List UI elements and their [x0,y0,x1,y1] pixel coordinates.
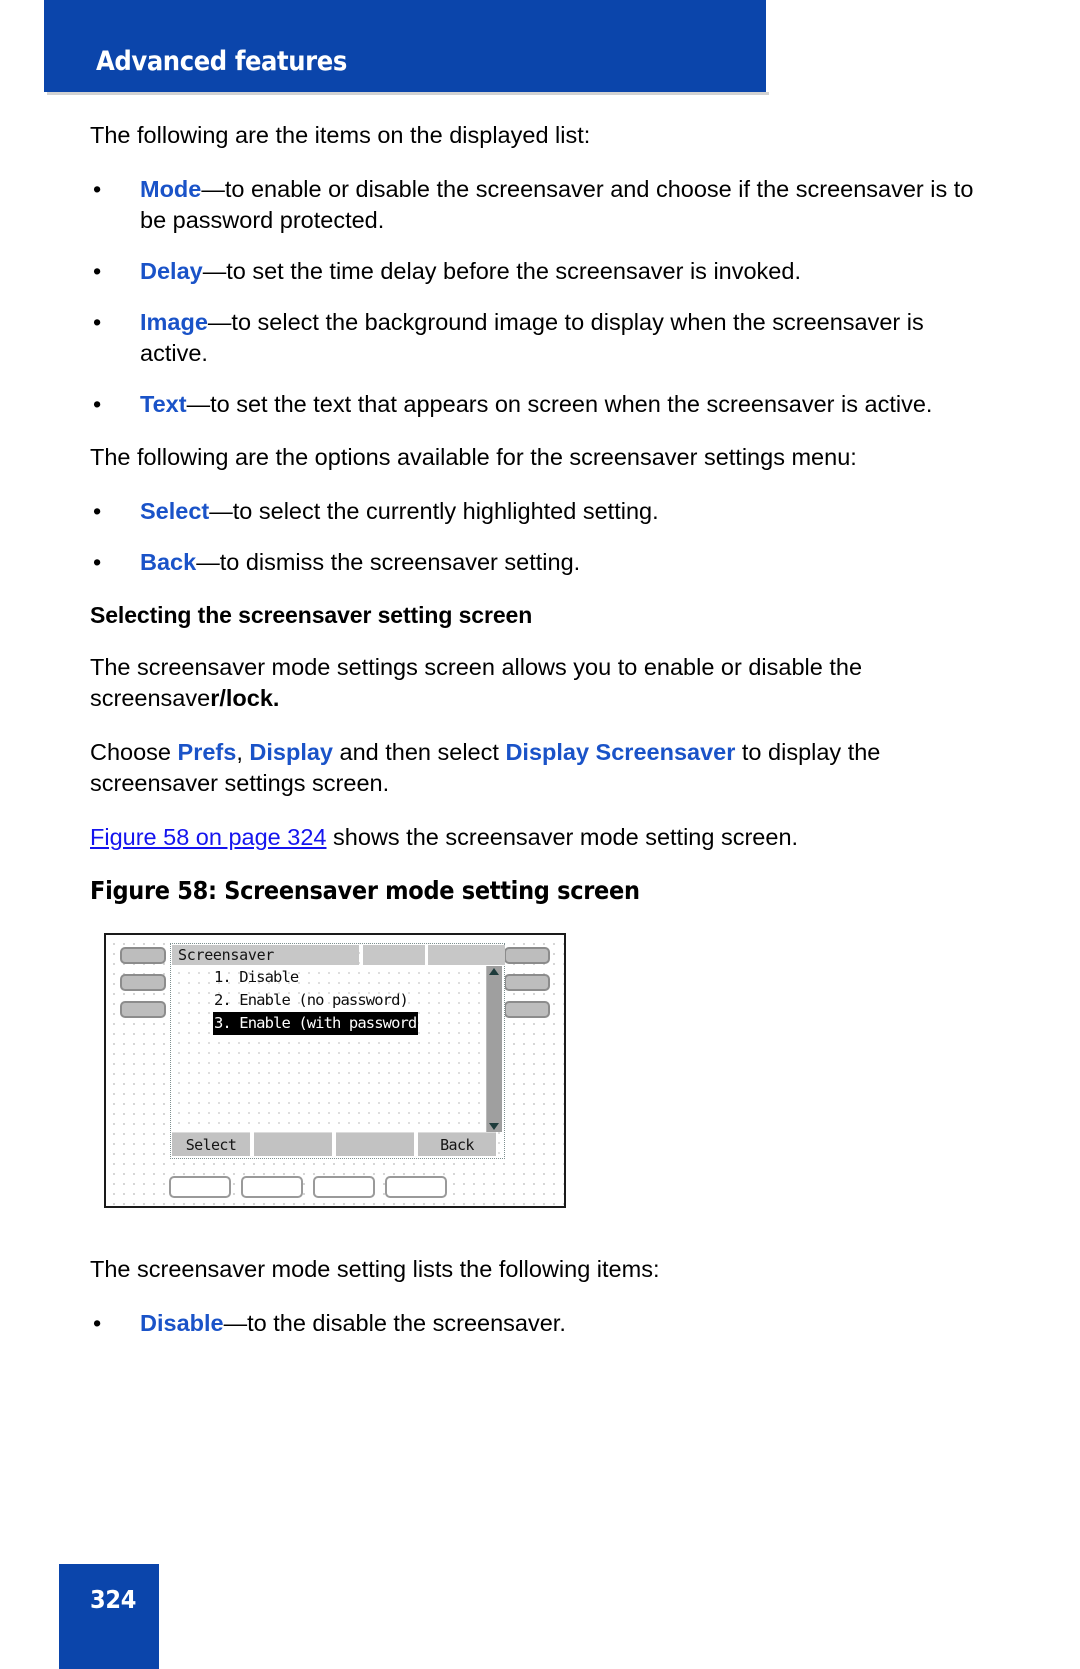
bullet-icon: • [93,1310,102,1336]
option-term: Select [140,498,210,524]
list-item: • Back—to dismiss the screensaver settin… [90,547,990,578]
page-footer-block: 324 [59,1564,159,1669]
item-term: Mode [140,176,202,202]
list-item: • Mode—to enable or disable the screensa… [90,174,990,236]
page-header-bar: Advanced features [44,0,766,92]
paragraph-lock-emphasis: r/lock. [210,685,280,711]
paragraph-figure-reference: Figure 58 on page 324 shows the screensa… [90,822,990,853]
phone-softkey-button-3 [313,1176,375,1198]
page-title: Advanced features [96,46,347,77]
lcd-title-segment-3 [428,945,505,965]
softkey-empty-2[interactable] [254,1132,332,1156]
menu-display-screensaver: Display Screensaver [505,739,736,765]
list-item: • Delay—to set the time delay before the… [90,256,990,287]
menu-display: Display [249,739,333,765]
bullet-icon: • [93,258,102,284]
intro-displayed-list: The following are the items on the displ… [90,122,591,148]
item-desc: —to enable or disable the screensaver an… [140,176,974,233]
phone-softkey-button-1 [169,1176,231,1198]
choose-mid: and then select [332,739,506,765]
phone-left-key-1 [120,947,166,964]
figure-58-link[interactable]: Figure 58 on page 324 [90,824,327,850]
phone-lcd: Screensaver 1. Disable 2. Enable (no pas… [170,943,505,1159]
bullet-icon: • [93,309,102,335]
intro-mode-setting-items: The screensaver mode setting lists the f… [90,1256,660,1282]
phone-left-key-2 [120,974,166,991]
item-term: Delay [140,258,203,284]
phone-screen-illustration: Screensaver 1. Disable 2. Enable (no pas… [104,933,566,1208]
mode-item-desc: —to the disable the screensaver. [223,1310,566,1336]
item-term: Image [140,309,208,335]
option-desc: —to dismiss the screensaver setting. [196,549,581,575]
phone-right-key-1 [504,947,550,964]
lcd-option-list: 1. Disable 2. Enable (no password) 3. En… [213,966,463,1035]
bullet-icon: • [93,176,102,202]
paragraph-choose-path: Choose Prefs, Display and then select Di… [90,737,990,799]
phone-softkey-button-2 [241,1176,303,1198]
scroll-down-arrow-icon[interactable] [489,1123,499,1130]
mode-item-term: Disable [140,1310,224,1336]
lcd-option-disable[interactable]: 1. Disable [213,966,463,989]
menu-prefs: Prefs [177,739,237,765]
bullet-icon: • [93,498,102,524]
item-desc: —to select the background image to displ… [140,309,924,366]
lcd-option-enable-no-password[interactable]: 2. Enable (no password) [213,989,463,1012]
item-desc: —to set the time delay before the screen… [202,258,801,284]
choose-comma: , [236,739,250,765]
lcd-title-segment-2 [363,945,425,965]
list-item: • Text—to set the text that appears on s… [90,389,990,420]
phone-left-key-3 [120,1001,166,1018]
phone-right-key-2 [504,974,550,991]
item-desc: —to set the text that appears on screen … [186,391,933,417]
phone-softkey-button-4 [385,1176,447,1198]
header-shadow [47,92,769,95]
paragraph-mode-settings-text: The screensaver mode settings screen all… [90,654,863,711]
list-item: • Image—to select the background image t… [90,307,990,369]
page-number: 324 [90,1585,137,1614]
phone-right-key-3 [504,1001,550,1018]
page-content: The following are the items on the displ… [90,120,990,1361]
option-term: Back [140,549,197,575]
item-term: Text [140,391,187,417]
bullet-icon: • [93,549,102,575]
list-item: • Select—to select the currently highlig… [90,496,990,527]
paragraph-mode-settings: The screensaver mode settings screen all… [90,652,990,714]
list-item: • Disable—to the disable the screensaver… [90,1308,990,1339]
screensaver-options-list: • Select—to select the currently highlig… [90,496,990,578]
lcd-option-enable-with-password-row: 3. Enable (with password [213,1012,463,1035]
figure-58: Screensaver 1. Disable 2. Enable (no pas… [104,933,990,1208]
scroll-up-arrow-icon[interactable] [489,968,499,975]
section-subheading: Selecting the screensaver setting screen [90,602,533,628]
figure-caption: Figure 58: Screensaver mode setting scre… [90,876,640,905]
lcd-scrollbar[interactable] [486,966,502,1132]
option-desc: —to select the currently highlighted set… [209,498,659,524]
choose-lead: Choose [90,739,178,765]
figure-ref-rest: shows the screensaver mode setting scree… [326,824,799,850]
softkey-select[interactable]: Select [172,1132,250,1156]
lcd-title-label: Screensaver [178,946,275,964]
softkey-back[interactable]: Back [418,1132,496,1156]
mode-setting-items-list: • Disable—to the disable the screensaver… [90,1308,990,1339]
lcd-softkey-row: Select Back [172,1132,503,1156]
screensaver-items-list: • Mode—to enable or disable the screensa… [90,174,990,420]
text-cursor-icon [419,1015,421,1030]
softkey-empty-3[interactable] [336,1132,414,1156]
bullet-icon: • [93,391,102,417]
lcd-title-bar: Screensaver [172,945,505,965]
intro-options: The following are the options available … [90,444,857,470]
lcd-option-enable-with-password[interactable]: 3. Enable (with password [213,1012,419,1035]
